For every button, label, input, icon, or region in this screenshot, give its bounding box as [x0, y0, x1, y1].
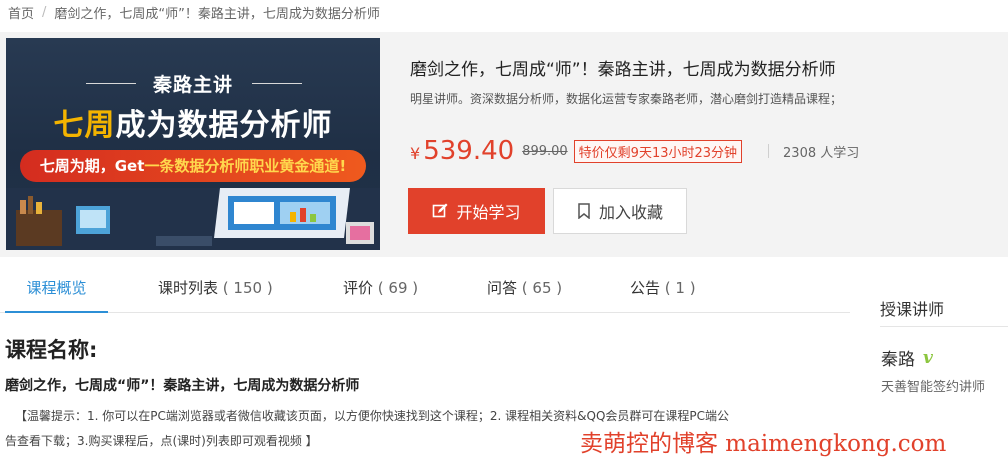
currency-symbol: ¥ [410, 144, 421, 163]
course-tabs: 课程概览 课时列表 ( 150 ) 评价 ( 69 ) 问答 ( 65 ) 公告… [0, 270, 850, 313]
course-title: 磨剑之作，七周成“师”！秦路主讲，七周成为数据分析师 [410, 60, 836, 80]
tab-announcements-label: 公告 [630, 279, 661, 297]
breadcrumb-current: 磨剑之作，七周成“师”！秦路主讲，七周成为数据分析师 [54, 6, 380, 22]
add-favorite-button[interactable]: 加入收藏 [553, 188, 687, 234]
verified-badge-icon: v [923, 347, 933, 368]
tab-lessons-label: 课时列表 [158, 279, 219, 297]
banner-title: 七周成为数据分析师 [6, 100, 380, 144]
price-row: ¥539.40 899.00 特价仅剩9天13小时23分钟 2308 人学习 [410, 134, 859, 168]
price-divider [768, 144, 770, 158]
blog-watermark: 卖萌控的博客 maimengkong.com [580, 431, 947, 457]
tab-overview-label: 课程概览 [26, 279, 87, 297]
learner-count: 2308 人学习 [783, 145, 860, 161]
tab-announcements-count: ( 1 ) [664, 279, 696, 297]
tab-reviews-label: 评价 [343, 279, 374, 297]
course-name-heading: 课程名称: [5, 338, 98, 362]
banner-title-rest: 成为数据分析师 [115, 108, 333, 143]
course-name-text: 磨剑之作，七周成“师”！秦路主讲，七周成为数据分析师 [5, 378, 360, 394]
tab-lessons[interactable]: 课时列表 ( 150 ) [158, 270, 273, 311]
banner-illustration [6, 188, 380, 250]
bookmark-icon [578, 203, 590, 219]
banner-tagline-a: 七周为期，Get [39, 157, 145, 175]
original-price: 899.00 [522, 143, 568, 159]
tab-qa-label: 问答 [487, 279, 518, 297]
course-description: 明星讲师。资深数据分析师，数据化运营专家秦路老师，潜心磨剑打造精品课程； [410, 92, 843, 106]
instructor-role: 天善智能签约讲师 [881, 380, 986, 395]
course-cover-image: 秦路主讲 七周成为数据分析师 七周为期，Get一条数据分析师职业黄金通道! [6, 38, 380, 250]
promo-countdown-badge: 特价仅剩9天13小时23分钟 [573, 139, 743, 163]
instructor-heading: 授课讲师 [880, 300, 945, 319]
banner-tagline-b: 一条数据分析师职业黄金通道! [144, 157, 347, 175]
banner-title-highlight: 七周 [53, 108, 116, 143]
tab-lessons-count: ( 150 ) [222, 279, 273, 297]
price-value: 539.40 [423, 136, 515, 166]
tip-text-line1: 【温馨提示：1. 你可以在PC端浏览器或者微信收藏该页面，以方便你快速找到这个课… [15, 409, 730, 423]
edit-icon [433, 203, 448, 218]
banner-lead-text: 秦路主讲 [152, 74, 233, 96]
instructor-name-row: 秦路 v [881, 345, 933, 371]
tab-reviews[interactable]: 评价 ( 69 ) [343, 270, 418, 311]
tab-announcements[interactable]: 公告 ( 1 ) [630, 270, 696, 311]
start-learning-label: 开始学习 [456, 203, 521, 222]
tab-qa-count: ( 65 ) [521, 279, 563, 297]
tab-reviews-count: ( 69 ) [377, 279, 419, 297]
instructor-name[interactable]: 秦路 [881, 345, 915, 370]
add-favorite-label: 加入收藏 [598, 203, 663, 222]
current-price: ¥539.40 [410, 136, 514, 166]
breadcrumb: 首页 / 磨剑之作，七周成“师”！秦路主讲，七周成为数据分析师 [8, 2, 380, 22]
banner-tagline: 七周为期，Get一条数据分析师职业黄金通道! [20, 150, 366, 182]
tip-text-line2: 告查看下载；3.购买课程后，点(课时)列表即可观看视频 】 [5, 434, 318, 448]
tab-qa[interactable]: 问答 ( 65 ) [487, 270, 562, 311]
breadcrumb-separator: / [42, 4, 47, 20]
tab-overview[interactable]: 课程概览 [5, 270, 108, 313]
instructor-divider [880, 326, 1008, 327]
banner-rule-right [252, 83, 302, 84]
start-learning-button[interactable]: 开始学习 [408, 188, 545, 234]
breadcrumb-home-link[interactable]: 首页 [8, 3, 34, 22]
